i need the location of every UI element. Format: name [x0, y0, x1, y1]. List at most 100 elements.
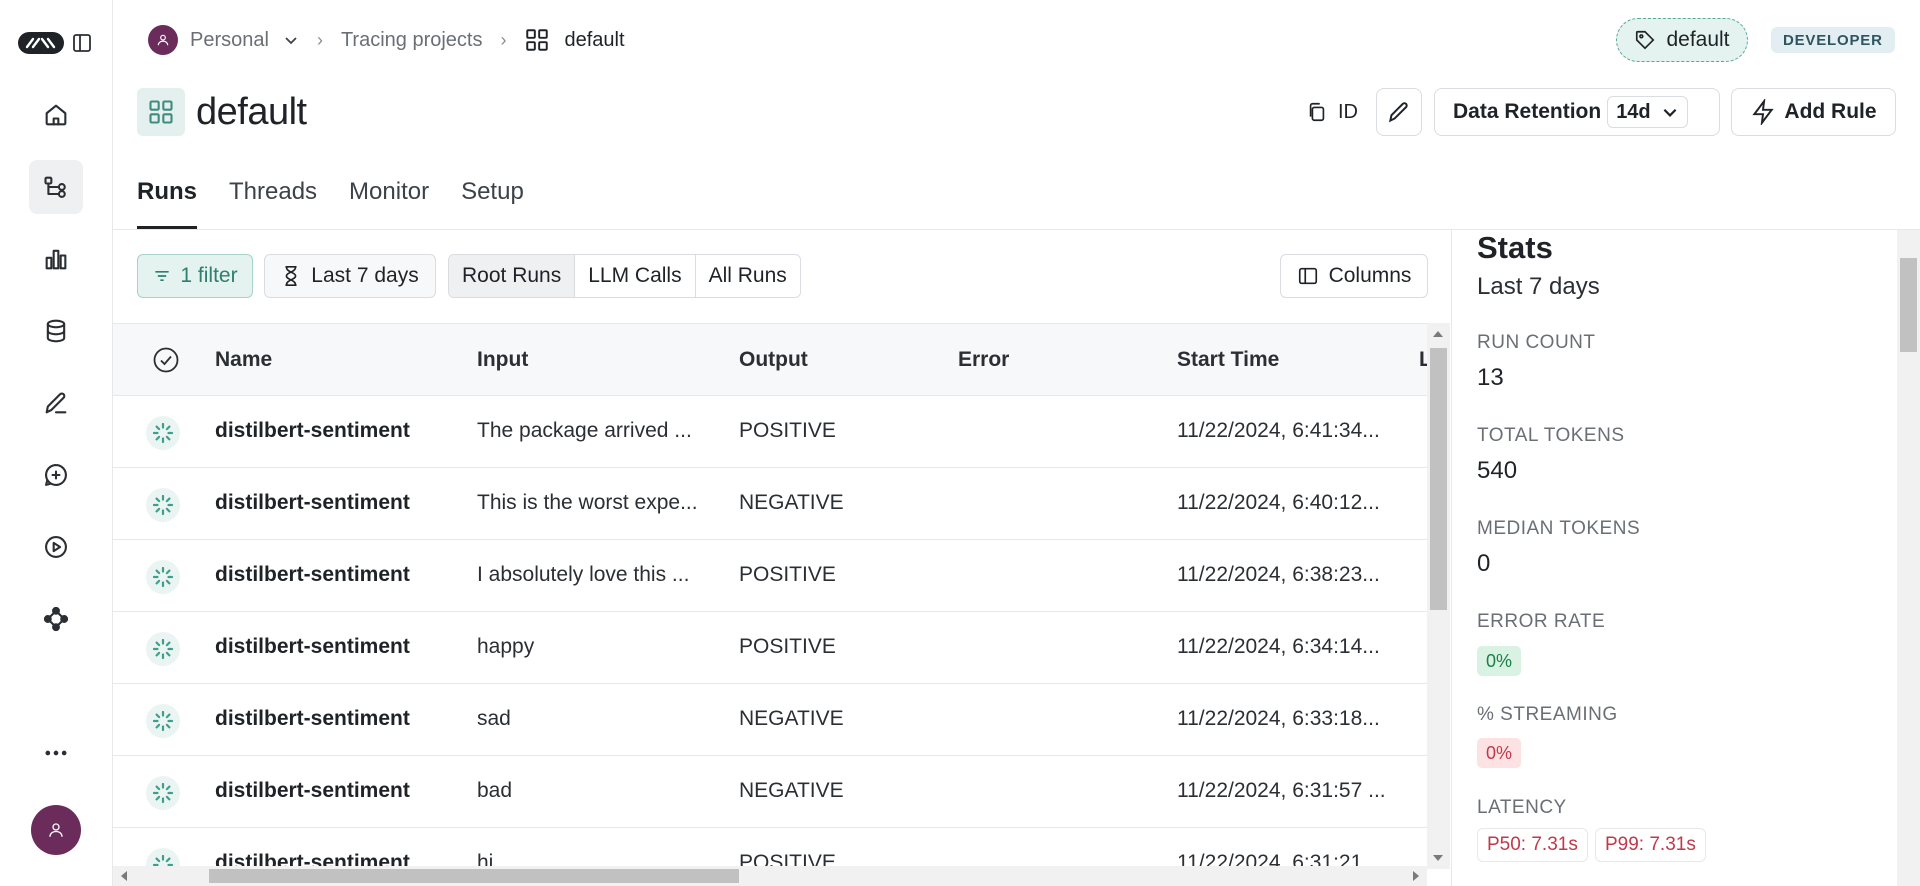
time-range-button[interactable]: Last 7 days [264, 254, 436, 298]
table-row[interactable]: distilbert-sentiment sad NEGATIVE 11/22/202… [113, 684, 1427, 756]
cell-output: NEGATIVE [739, 779, 844, 802]
column-header-start-time[interactable]: Start Time [1177, 348, 1279, 372]
cell-name: distilbert-sentiment [215, 491, 410, 514]
cell-start-time: 11/22/2024, 6:38:23... [1177, 563, 1380, 586]
tag-icon [1636, 30, 1655, 50]
table-vertical-scroll-thumb[interactable] [1430, 348, 1447, 610]
graph-nodes-icon [43, 606, 69, 632]
loading-spinner-icon [152, 566, 174, 588]
app-window: Personal › Tracing projects › default de… [0, 0, 1920, 886]
check-circle-icon [153, 347, 179, 373]
cell-output: NEGATIVE [739, 707, 844, 730]
cell-start-time: 11/22/2024, 6:33:18... [1177, 707, 1380, 730]
workspace-tag-label: default [1666, 28, 1730, 51]
sidebar-item-datasets[interactable] [29, 304, 83, 358]
sidebar-item-prompts[interactable] [29, 448, 83, 502]
table-vertical-scrollbar[interactable] [1427, 323, 1450, 869]
scroll-down-arrow-icon[interactable] [1433, 855, 1443, 861]
sidebar-item-playground[interactable] [29, 520, 83, 574]
grid-icon [526, 29, 549, 51]
breadcrumb-separator-icon: › [316, 29, 323, 50]
cell-input: The package arrived ... [477, 419, 692, 442]
sidebar-item-annotation[interactable] [29, 376, 83, 430]
run-status-indicator [146, 632, 180, 666]
run-type-llm-calls[interactable]: LLM Calls [575, 255, 696, 297]
breadcrumb-current-label: default [564, 28, 625, 51]
langsmith-logo[interactable] [18, 32, 64, 54]
play-circle-icon [45, 536, 67, 558]
cell-name: distilbert-sentiment [215, 707, 410, 730]
table-row[interactable]: distilbert-sentiment bad NEGATIVE 11/22/202… [113, 756, 1427, 828]
stats-panel: Stats Last 7 days RUN COUNT 13 TOTAL TOK… [1451, 230, 1897, 886]
run-type-all-runs[interactable]: All Runs [695, 255, 800, 297]
project-tabs: Runs Threads Monitor Setup [137, 178, 556, 229]
cell-name: distilbert-sentiment [215, 419, 410, 442]
table-row[interactable]: distilbert-sentiment hi POSITIVE 11/22/2024… [113, 828, 1427, 869]
sidebar-item-monitoring[interactable] [29, 232, 83, 286]
scroll-left-arrow-icon[interactable] [121, 871, 127, 881]
filter-button[interactable]: 1 filter [137, 254, 253, 298]
chevron-down-icon[interactable] [283, 32, 299, 48]
stats-vertical-scrollbar[interactable] [1897, 230, 1920, 886]
tracing-projects-icon [44, 176, 66, 198]
add-rule-label: Add Rule [1784, 100, 1877, 123]
data-retention-select[interactable]: 14d [1607, 96, 1688, 128]
latency-p50-badge: P50: 7.31s [1477, 828, 1588, 862]
sidebar-toggle-icon[interactable] [72, 33, 92, 53]
select-all-checkbox[interactable] [152, 346, 180, 374]
user-avatar[interactable] [31, 805, 81, 855]
workspace-tag-pill[interactable]: default [1616, 18, 1748, 62]
table-horizontal-scroll-thumb[interactable] [209, 869, 739, 883]
column-header-input[interactable]: Input [477, 348, 528, 372]
copy-id-label: ID [1338, 100, 1358, 123]
loading-spinner-icon [152, 638, 174, 660]
scroll-right-arrow-icon[interactable] [1413, 871, 1419, 881]
tab-runs[interactable]: Runs [137, 178, 197, 229]
filter-label: 1 filter [180, 264, 238, 287]
copy-id-button[interactable]: ID [1306, 94, 1358, 130]
tab-threads[interactable]: Threads [229, 178, 317, 228]
sidebar-item-tracing[interactable] [29, 160, 83, 214]
table-row[interactable]: distilbert-sentiment The package arrived … [113, 396, 1427, 468]
run-status-indicator [146, 488, 180, 522]
scroll-up-arrow-icon[interactable] [1433, 331, 1443, 337]
table-horizontal-scrollbar[interactable] [113, 866, 1427, 886]
table-row[interactable]: distilbert-sentiment happy POSITIVE 11/22/2… [113, 612, 1427, 684]
column-header-name[interactable]: Name [215, 348, 272, 372]
home-icon [45, 104, 67, 126]
tab-monitor[interactable]: Monitor [349, 178, 429, 228]
sidebar-item-deployments[interactable] [29, 592, 83, 646]
sidebar-item-more[interactable] [29, 726, 83, 780]
loading-spinner-icon [152, 422, 174, 444]
table-row[interactable]: distilbert-sentiment This is the worst ex… [113, 468, 1427, 540]
run-type-root-runs[interactable]: Root Runs [449, 255, 576, 297]
cell-input: happy [477, 635, 535, 658]
data-retention-label: Data Retention [1453, 100, 1602, 123]
column-header-error[interactable]: Error [958, 348, 1009, 372]
total-tokens-label: TOTAL TOKENS [1477, 425, 1625, 446]
add-rule-button[interactable]: Add Rule [1731, 88, 1896, 136]
edit-project-button[interactable] [1376, 88, 1422, 136]
sidebar-item-home[interactable] [29, 88, 83, 142]
bar-chart-icon [45, 249, 67, 270]
cell-start-time: 11/22/2024, 6:40:12... [1177, 491, 1380, 514]
tab-setup[interactable]: Setup [461, 178, 524, 228]
breadcrumb: Personal › Tracing projects › default [148, 22, 625, 58]
cell-name: distilbert-sentiment [215, 563, 410, 586]
table-row[interactable]: distilbert-sentiment I absolutely love th… [113, 540, 1427, 612]
user-icon [157, 34, 169, 46]
grid-icon [149, 100, 173, 124]
column-header-output[interactable]: Output [739, 348, 808, 372]
cell-input: bad [477, 779, 513, 802]
run-status-indicator [146, 704, 180, 738]
columns-label: Columns [1328, 264, 1412, 287]
cell-start-time: 11/22/2024, 6:31:57 ... [1177, 779, 1386, 802]
breadcrumb-current: default [524, 27, 625, 53]
sidebar [0, 0, 113, 886]
breadcrumb-workspace[interactable]: Personal [190, 29, 269, 52]
columns-icon [1298, 267, 1317, 285]
breadcrumb-tracing-projects[interactable]: Tracing projects [341, 29, 483, 52]
columns-button[interactable]: Columns [1280, 254, 1428, 298]
stats-scroll-thumb[interactable] [1900, 258, 1917, 352]
column-header-latency[interactable]: L [1419, 348, 1427, 372]
